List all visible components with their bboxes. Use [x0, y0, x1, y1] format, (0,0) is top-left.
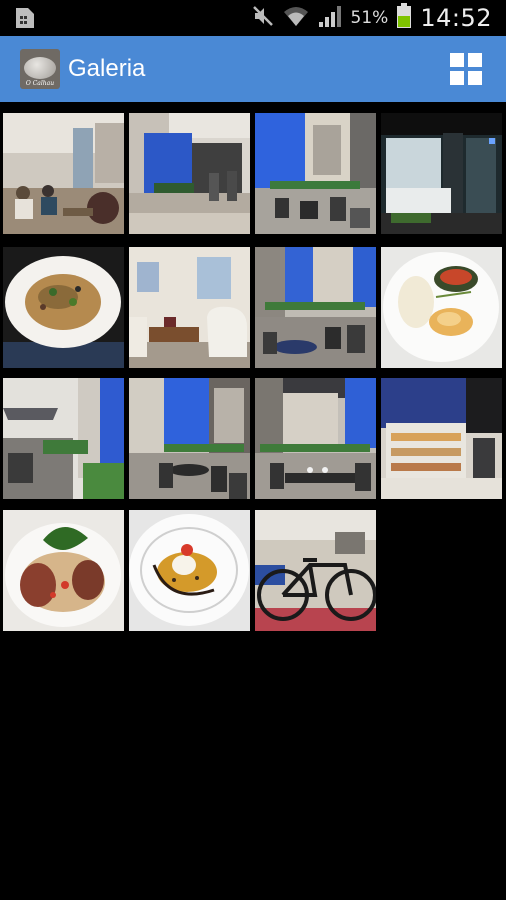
courtyard-tables-photo[interactable] [255, 247, 376, 368]
entrance-terrace-photo[interactable] [255, 113, 376, 234]
dessert-plate-photo[interactable] [129, 510, 250, 631]
battery-percent: 51% [350, 8, 389, 28]
wifi-icon [283, 4, 309, 32]
page-title: Galeria [68, 55, 146, 82]
status-bar: 51% 14:52 [0, 0, 506, 36]
pasta-plate-photo[interactable] [3, 247, 124, 368]
lounge-corner-photo[interactable] [129, 247, 250, 368]
terrace-dining-photo[interactable] [255, 378, 376, 499]
app-logo[interactable]: O Calhau [20, 49, 60, 89]
action-bar: O Calhau Galeria [0, 36, 506, 102]
signal-icon [317, 4, 343, 32]
alley-terrace-photo[interactable] [3, 378, 124, 499]
blue-facade-terrace-photo[interactable] [129, 113, 250, 234]
logo-text: O Calhau [25, 80, 55, 87]
blue-wall-terrace-photo[interactable] [129, 378, 250, 499]
clock: 14:52 [420, 4, 492, 32]
bicycle-photo[interactable] [255, 510, 376, 631]
cafe-interior-photo[interactable] [3, 113, 124, 234]
grid-view-button[interactable] [450, 53, 482, 85]
battery-icon [396, 3, 412, 33]
fish-dish-photo[interactable] [381, 247, 502, 368]
mute-icon [251, 4, 275, 32]
sim-card-icon [14, 6, 36, 30]
pastry-counter-photo[interactable] [381, 378, 502, 499]
display-counter-photo[interactable] [381, 113, 502, 234]
salad-plate-photo[interactable] [3, 510, 124, 631]
